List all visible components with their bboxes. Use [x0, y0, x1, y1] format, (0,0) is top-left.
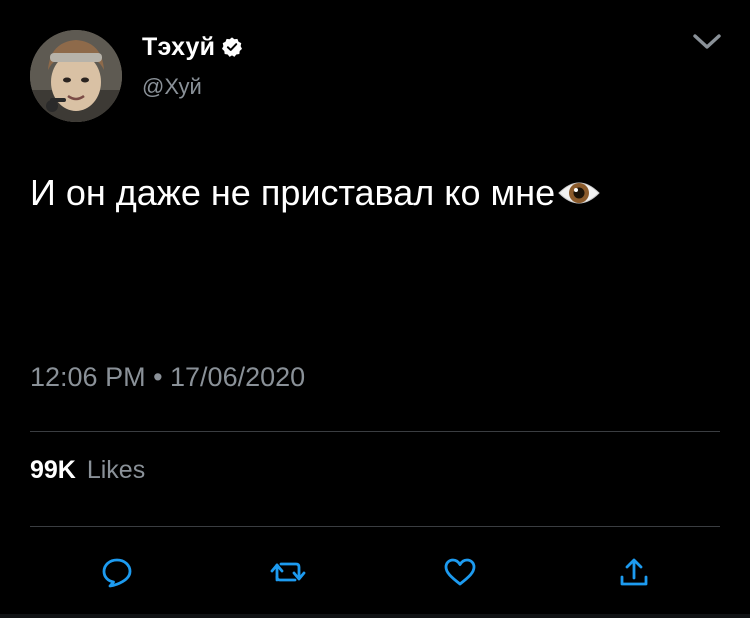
reply-icon	[102, 558, 132, 588]
reply-button[interactable]	[97, 552, 137, 592]
bottom-edge	[0, 614, 750, 618]
retweet-button[interactable]	[268, 552, 308, 592]
likes-stat[interactable]: 99K Likes	[30, 456, 145, 485]
author-name-row[interactable]: Тэхуй	[142, 30, 243, 64]
avatar[interactable]	[30, 30, 122, 122]
share-button[interactable]	[614, 552, 654, 592]
likes-label: Likes	[86, 456, 146, 484]
share-icon	[620, 558, 648, 586]
chevron-down-icon[interactable]	[690, 30, 724, 54]
tweet-timestamp[interactable]: 12:06 PM • 17/06/2020	[30, 362, 305, 393]
tweet-action-bar	[0, 552, 750, 592]
eye-emoji	[558, 182, 600, 204]
retweet-icon	[270, 562, 306, 582]
author-handle[interactable]: @Хуй	[142, 74, 202, 100]
heart-icon	[444, 558, 476, 586]
likes-count: 99K	[30, 456, 76, 484]
divider	[30, 526, 720, 527]
avatar-photo	[30, 30, 122, 122]
tweet-text: И он даже не приставал ко мне	[30, 172, 556, 213]
author-display-name[interactable]: Тэхуй	[142, 33, 215, 62]
divider	[30, 431, 720, 432]
verified-badge-icon	[222, 37, 243, 57]
like-button[interactable]	[440, 552, 480, 592]
tweet-text-row: И он даже не приставал ко мне	[30, 172, 601, 214]
